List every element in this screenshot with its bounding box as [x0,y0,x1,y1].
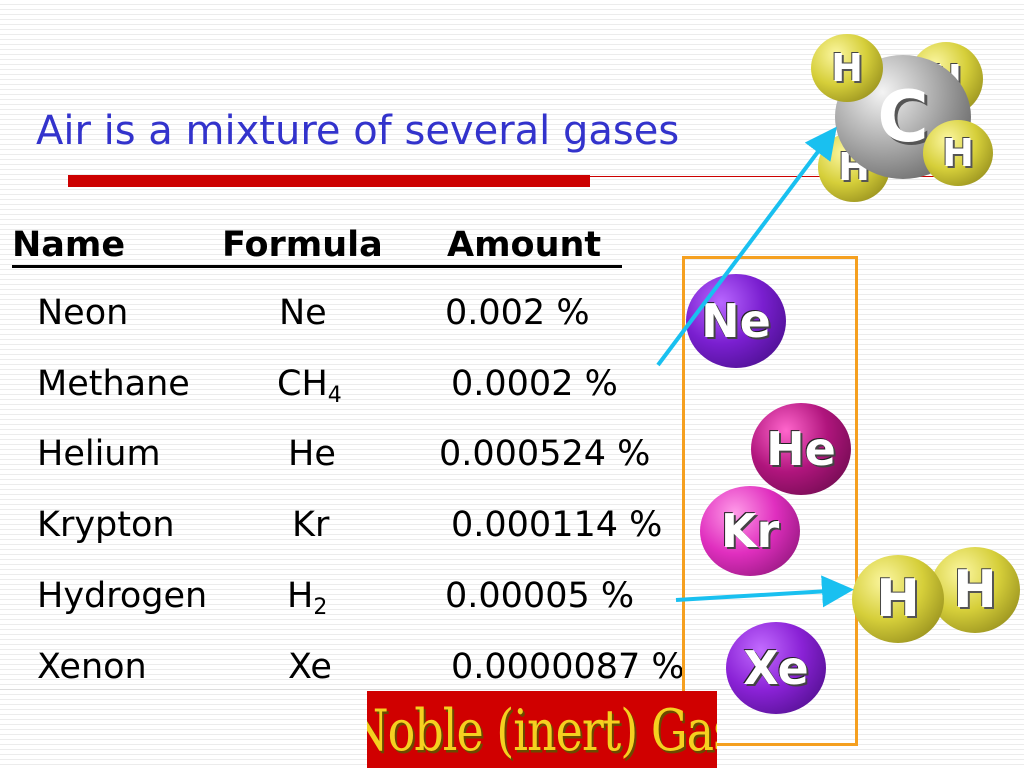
noble-gas-banner: Noble (inert) Gas [367,691,717,768]
noble-gas-label: Noble (inert) Gas [367,695,717,764]
pointer-arrows [656,126,854,608]
arrow-to-methane [656,126,837,367]
arrow-to-hydrogen [675,575,854,608]
